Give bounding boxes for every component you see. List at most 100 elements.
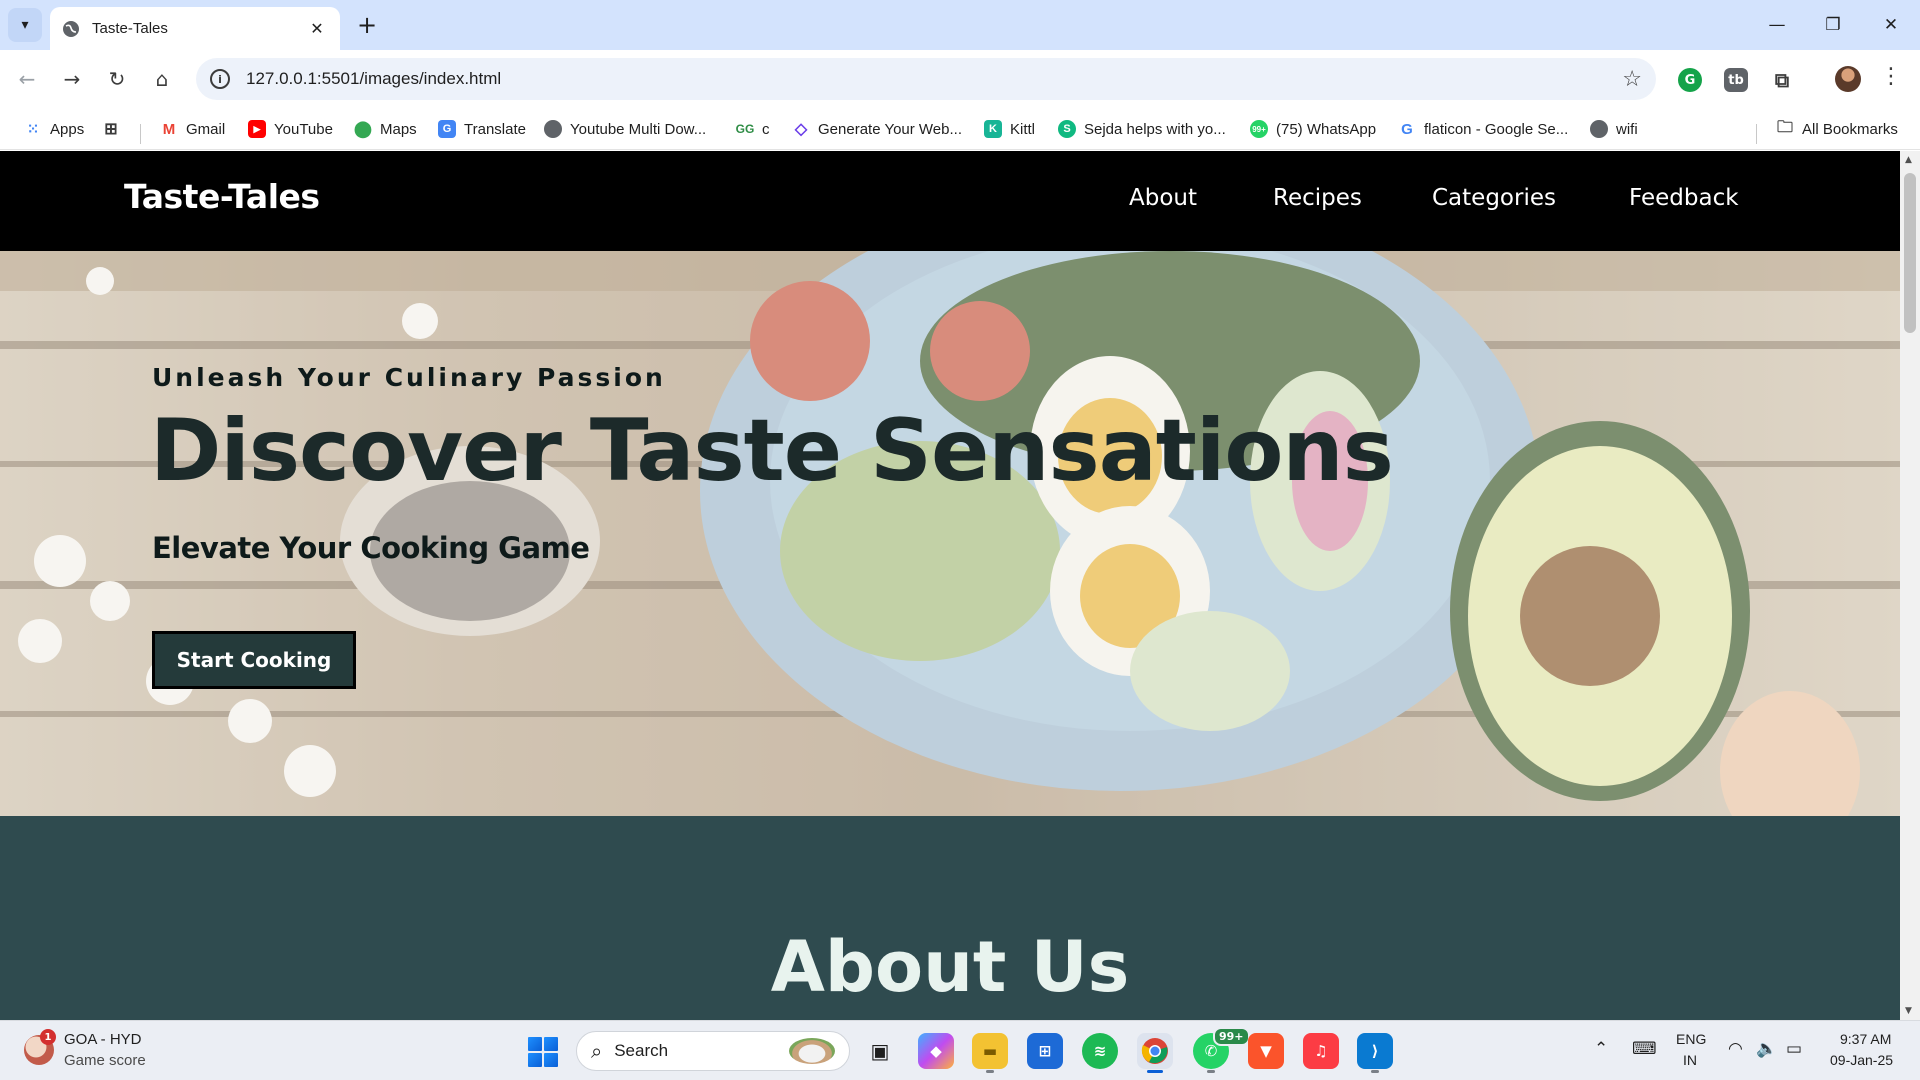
- nav-feedback[interactable]: Feedback: [1629, 185, 1739, 211]
- copilot-icon[interactable]: ◆: [918, 1033, 954, 1069]
- keyboard-icon[interactable]: ⌨: [1632, 1039, 1657, 1059]
- grammarly-extension-icon[interactable]: G: [1678, 68, 1702, 92]
- bookmark-separator: [140, 124, 141, 144]
- whatsapp-taskbar-icon[interactable]: ✆ 99+: [1193, 1027, 1250, 1073]
- site-navbar: Taste-Tales About Recipes Categories Fee…: [0, 151, 1900, 251]
- brave-browser-icon[interactable]: ▼: [1248, 1033, 1284, 1069]
- kittl-icon: K: [984, 120, 1002, 138]
- wifi-icon[interactable]: ◠: [1728, 1039, 1743, 1059]
- back-button[interactable]: ←: [10, 62, 44, 96]
- nav-about[interactable]: About: [1129, 185, 1197, 211]
- bookmark-youtube-multi[interactable]: Youtube Multi Dow...: [544, 116, 706, 142]
- taskbar-date[interactable]: 09-Jan-25: [1830, 1052, 1893, 1068]
- maps-pin-icon: ⬤: [354, 121, 372, 138]
- bookmark-label: Gmail: [186, 120, 226, 138]
- bookmark-flaticon[interactable]: G flaticon - Google Se...: [1398, 116, 1568, 142]
- forward-button[interactable]: →: [55, 62, 89, 96]
- site-info-icon[interactable]: i: [210, 69, 230, 89]
- widget-subtitle[interactable]: Game score: [64, 1052, 146, 1069]
- bookmark-youtube[interactable]: ▶ YouTube: [248, 116, 333, 142]
- gmail-icon: M: [162, 120, 176, 138]
- close-tab-icon[interactable]: ✕: [306, 19, 328, 38]
- microsoft-store-icon[interactable]: ⊞: [1027, 1033, 1063, 1069]
- whatsapp-badge: 99+: [1213, 1027, 1250, 1046]
- about-section: About Us: [0, 816, 1900, 1020]
- widget-badge: 1: [40, 1029, 56, 1045]
- windows-taskbar: 1 GOA - HYD Game score ⌕ Search ▣ ◆ ▬ ⊞ …: [0, 1020, 1920, 1080]
- bookmark-gmail[interactable]: M Gmail: [160, 116, 225, 142]
- bookmark-separator: [1756, 124, 1757, 144]
- about-title: About Us: [770, 926, 1130, 1008]
- bookmark-grid[interactable]: ⊞: [102, 116, 128, 142]
- bookmark-kittl[interactable]: K Kittl: [984, 116, 1035, 142]
- language-indicator[interactable]: ENG: [1676, 1031, 1706, 1047]
- show-hidden-icons-chevron-icon[interactable]: ⌃: [1594, 1039, 1608, 1059]
- bookmark-translate[interactable]: G Translate: [438, 116, 526, 142]
- page-viewport: Taste-Tales About Recipes Categories Fee…: [0, 151, 1900, 1020]
- site-logo[interactable]: Taste-Tales: [124, 177, 320, 216]
- globe-icon: [1590, 120, 1608, 138]
- minimize-window-button[interactable]: —: [1754, 8, 1800, 42]
- bookmark-label: Apps: [50, 120, 85, 138]
- apps-grid-icon: ⁙: [26, 121, 40, 138]
- taskbar-time[interactable]: 9:37 AM: [1840, 1031, 1891, 1047]
- chrome-taskbar-icon[interactable]: [1137, 1033, 1173, 1073]
- reload-button[interactable]: ↻: [100, 62, 134, 96]
- tab-search-button[interactable]: ▾: [8, 8, 42, 42]
- bookmark-sejda[interactable]: S Sejda helps with yo...: [1058, 116, 1226, 142]
- apple-music-icon[interactable]: ♫: [1303, 1033, 1339, 1069]
- bookmark-whatsapp[interactable]: 99+ (75) WhatsApp: [1250, 116, 1376, 142]
- extensions-puzzle-icon[interactable]: ⧉: [1770, 68, 1794, 92]
- bookmark-label: Translate: [464, 120, 526, 138]
- volume-icon[interactable]: 🔈: [1756, 1039, 1777, 1059]
- bookmark-generate-web[interactable]: ◇ Generate Your Web...: [792, 116, 962, 142]
- vscode-icon[interactable]: ⟩: [1357, 1033, 1393, 1073]
- taskbar-search-box[interactable]: ⌕ Search: [576, 1031, 850, 1071]
- all-bookmarks[interactable]: 🗀 All Bookmarks: [1776, 116, 1898, 142]
- bookmark-label: YouTube: [274, 120, 333, 138]
- bookmark-apps[interactable]: ⁙ Apps: [24, 116, 85, 142]
- page-scrollbar[interactable]: ▲ ▼: [1900, 151, 1920, 1020]
- extension-tb-icon[interactable]: tb: [1724, 68, 1748, 92]
- battery-icon[interactable]: ▭: [1786, 1039, 1802, 1059]
- nav-categories[interactable]: Categories: [1432, 185, 1556, 211]
- bookmark-label: Sejda helps with yo...: [1084, 120, 1226, 138]
- browser-tab[interactable]: Taste-Tales ✕: [50, 7, 340, 50]
- start-cooking-button[interactable]: Start Cooking: [152, 631, 356, 689]
- scrollbar-thumb[interactable]: [1904, 173, 1916, 333]
- bookmark-star-icon[interactable]: ☆: [1622, 67, 1642, 92]
- home-button[interactable]: ⌂: [145, 62, 179, 96]
- whatsapp-icon: 99+: [1250, 120, 1268, 138]
- bookmark-label: wifi: [1616, 120, 1638, 138]
- region-indicator[interactable]: IN: [1683, 1052, 1697, 1068]
- url-text[interactable]: 127.0.0.1:5501/images/index.html: [246, 69, 1622, 89]
- close-window-button[interactable]: ✕: [1868, 8, 1914, 42]
- restore-window-button[interactable]: ❐: [1810, 8, 1856, 42]
- address-bar[interactable]: i 127.0.0.1:5501/images/index.html ☆: [196, 58, 1656, 100]
- browser-menu-icon[interactable]: ⋮: [1880, 64, 1902, 89]
- scroll-up-arrow-icon[interactable]: ▲: [1905, 155, 1912, 165]
- tab-title: Taste-Tales: [92, 20, 168, 37]
- scroll-down-arrow-icon[interactable]: ▼: [1905, 1006, 1912, 1016]
- bookmark-wifi[interactable]: wifi: [1590, 116, 1638, 142]
- hero-headline: Discover Taste Sensations: [150, 401, 1394, 501]
- chevron-down-icon: ▾: [21, 17, 29, 33]
- bookmark-label: Maps: [380, 120, 417, 138]
- widget-title[interactable]: GOA - HYD: [64, 1031, 142, 1048]
- folder-icon: 🗀: [1776, 118, 1793, 136]
- nav-recipes[interactable]: Recipes: [1273, 185, 1362, 211]
- active-indicator: [1147, 1070, 1163, 1073]
- running-indicator: [1371, 1070, 1379, 1073]
- hero-subheading: Elevate Your Cooking Game: [152, 531, 590, 565]
- windows-start-icon[interactable]: [528, 1037, 558, 1067]
- google-icon: G: [1401, 120, 1413, 138]
- file-explorer-icon[interactable]: ▬: [972, 1033, 1008, 1073]
- new-tab-button[interactable]: +: [352, 10, 382, 40]
- bookmark-gfg[interactable]: GG c: [736, 116, 770, 142]
- running-indicator: [986, 1070, 994, 1073]
- geeksforgeeks-icon: GG: [735, 122, 755, 136]
- bookmark-maps[interactable]: ⬤ Maps: [354, 116, 417, 142]
- spotify-icon[interactable]: ≋: [1082, 1033, 1118, 1069]
- task-view-icon[interactable]: ▣: [862, 1033, 898, 1069]
- profile-avatar[interactable]: [1835, 66, 1861, 92]
